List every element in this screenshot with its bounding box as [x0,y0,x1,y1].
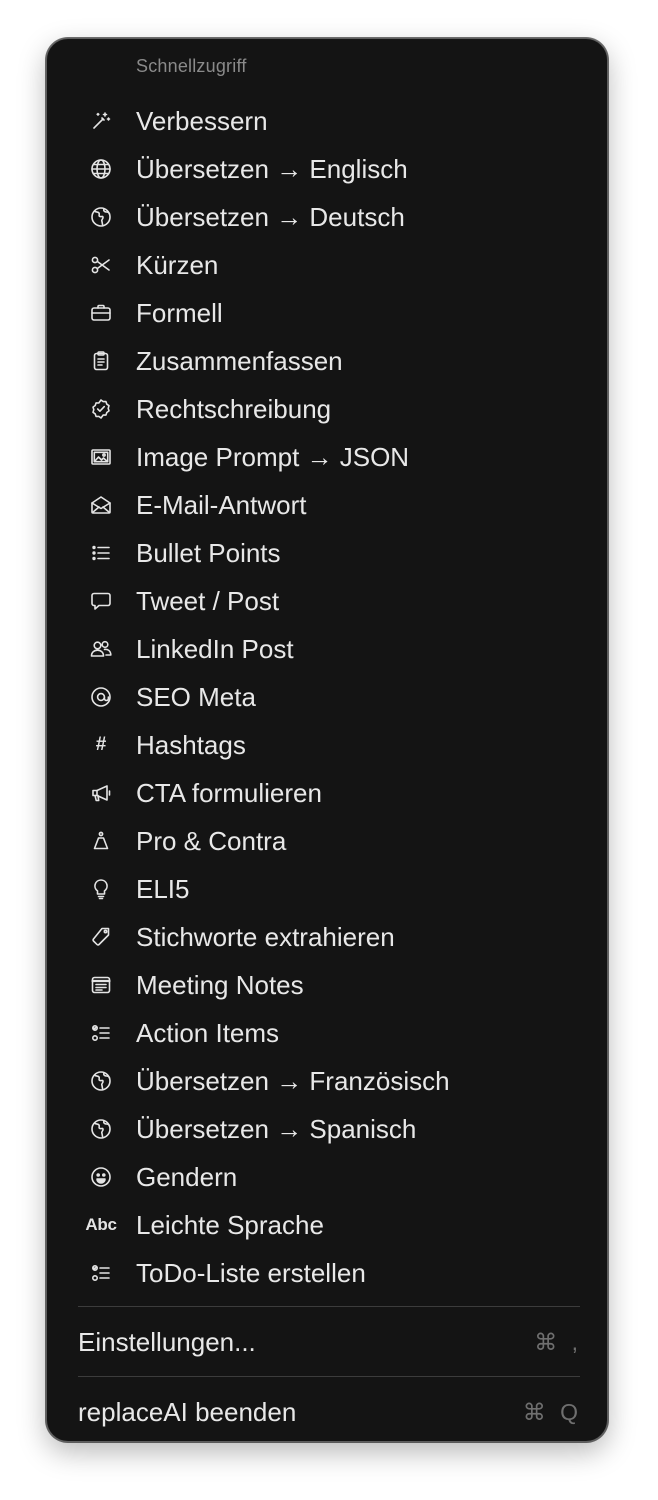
menu-item-label: Formell [136,297,223,328]
divider [78,1306,580,1307]
menu-item-bullet-points[interactable]: Bullet Points [47,529,607,577]
smiley-icon [85,1165,117,1189]
globe-europe-icon [85,205,117,229]
menu-item-label: Übersetzen → Deutsch [136,201,405,232]
speech-bubble-icon [85,589,117,613]
menu-item-label: Hashtags [136,729,246,760]
menu-item-label: Rechtschreibung [136,393,332,424]
menu-item-kuerzen[interactable]: Kürzen [47,241,607,289]
list-bullet-icon [85,541,117,565]
settings-label: Einstellungen... [78,1326,256,1357]
abc-icon: Abc [85,1215,117,1234]
globe-europe-icon [85,1117,117,1141]
people-icon [85,637,117,661]
section-title: Schnellzugriff [136,56,247,76]
menu-item-label: Gendern [136,1161,238,1192]
menu-item-formell[interactable]: Formell [47,289,607,337]
quit-menu-item[interactable]: replaceAI beenden ⌘ Q [78,1388,582,1436]
menu-item-leichte-sprache[interactable]: Abc Leichte Sprache [47,1201,607,1249]
lightbulb-icon [85,877,117,901]
briefcase-icon [85,301,117,325]
menu-item-linkedin-post[interactable]: LinkedIn Post [47,625,607,673]
menu-item-label: Zusammenfassen [136,345,343,376]
menu-item-label: ToDo-Liste erstellen [136,1257,366,1288]
menu-item-label: E-Mail-Antwort [136,489,307,520]
menu-item-tweet-post[interactable]: Tweet / Post [47,577,607,625]
menu-item-image-prompt-json[interactable]: Image Prompt → JSON [47,433,607,481]
menu-item-label: Stichworte extrahieren [136,921,395,952]
menu-item-verbessern[interactable]: Verbessern [47,97,607,145]
scale-icon [85,829,117,853]
megaphone-icon [85,781,117,805]
menu-item-eli5[interactable]: ELI5 [47,865,607,913]
menu-item-label: Übersetzen → Französisch [136,1065,450,1096]
scissors-icon [85,253,117,277]
menu-item-label: Meeting Notes [136,969,304,1000]
menu-item-label: LinkedIn Post [136,633,294,664]
checklist-icon [85,1021,117,1045]
settings-shortcut: ⌘ , [534,1328,582,1355]
clipboard-icon [85,349,117,373]
menu-item-pro-contra[interactable]: Pro & Contra [47,817,607,865]
menu-item-cta-formulieren[interactable]: CTA formulieren [47,769,607,817]
menu-item-label: Kürzen [136,249,219,280]
menu-item-email-antwort[interactable]: E-Mail-Antwort [47,481,607,529]
settings-menu-item[interactable]: Einstellungen... ⌘ , [78,1318,582,1366]
hashtag-icon: # [95,734,107,755]
menu-item-label: Bullet Points [136,537,281,568]
check-seal-icon [85,397,117,421]
magic-wand-icon [85,109,117,133]
menu-item-label: Action Items [136,1017,280,1048]
menu-item-translate-spanish[interactable]: Übersetzen → Spanisch [47,1105,607,1153]
menu-item-zusammenfassen[interactable]: Zusammenfassen [47,337,607,385]
menu-items: Verbessern Übersetzen → Englisch Überset… [47,97,607,1297]
menu-item-translate-english[interactable]: Übersetzen → Englisch [47,145,607,193]
tag-icon [85,925,117,949]
at-sign-icon [85,685,117,709]
menu-item-label: Übersetzen → Englisch [136,153,408,184]
menu-item-label: ELI5 [136,873,190,904]
globe-europe-icon [85,1069,117,1093]
context-menu: Schnellzugriff Verbessern Übersetzen → E… [46,38,608,1442]
menu-item-rechtschreibung[interactable]: Rechtschreibung [47,385,607,433]
note-icon [85,973,117,997]
menu-item-todo-liste[interactable]: ToDo-Liste erstellen [47,1249,607,1297]
quit-shortcut: ⌘ Q [522,1398,582,1425]
menu-item-label: Tweet / Post [136,585,280,616]
envelope-open-icon [85,493,117,517]
menu-item-label: CTA formulieren [136,777,322,808]
menu-item-gendern[interactable]: Gendern [47,1153,607,1201]
photo-icon [85,445,117,469]
menu-item-label: Pro & Contra [136,825,287,856]
checklist-icon [85,1261,117,1285]
menu-item-label: Verbessern [136,105,268,136]
menu-item-seo-meta[interactable]: SEO Meta [47,673,607,721]
menu-item-translate-french[interactable]: Übersetzen → Französisch [47,1057,607,1105]
menu-item-hashtags[interactable]: # Hashtags [47,721,607,769]
menu-item-meeting-notes[interactable]: Meeting Notes [47,961,607,1009]
menu-item-label: SEO Meta [136,681,256,712]
menu-item-translate-german[interactable]: Übersetzen → Deutsch [47,193,607,241]
quit-label: replaceAI beenden [78,1396,297,1427]
menu-item-stichworte[interactable]: Stichworte extrahieren [47,913,607,961]
menu-item-action-items[interactable]: Action Items [47,1009,607,1057]
menu-item-label: Leichte Sprache [136,1209,324,1240]
globe-icon [85,157,117,181]
menu-item-label: Image Prompt → JSON [136,441,410,472]
divider [78,1376,580,1377]
menu-item-label: Übersetzen → Spanisch [136,1113,417,1144]
